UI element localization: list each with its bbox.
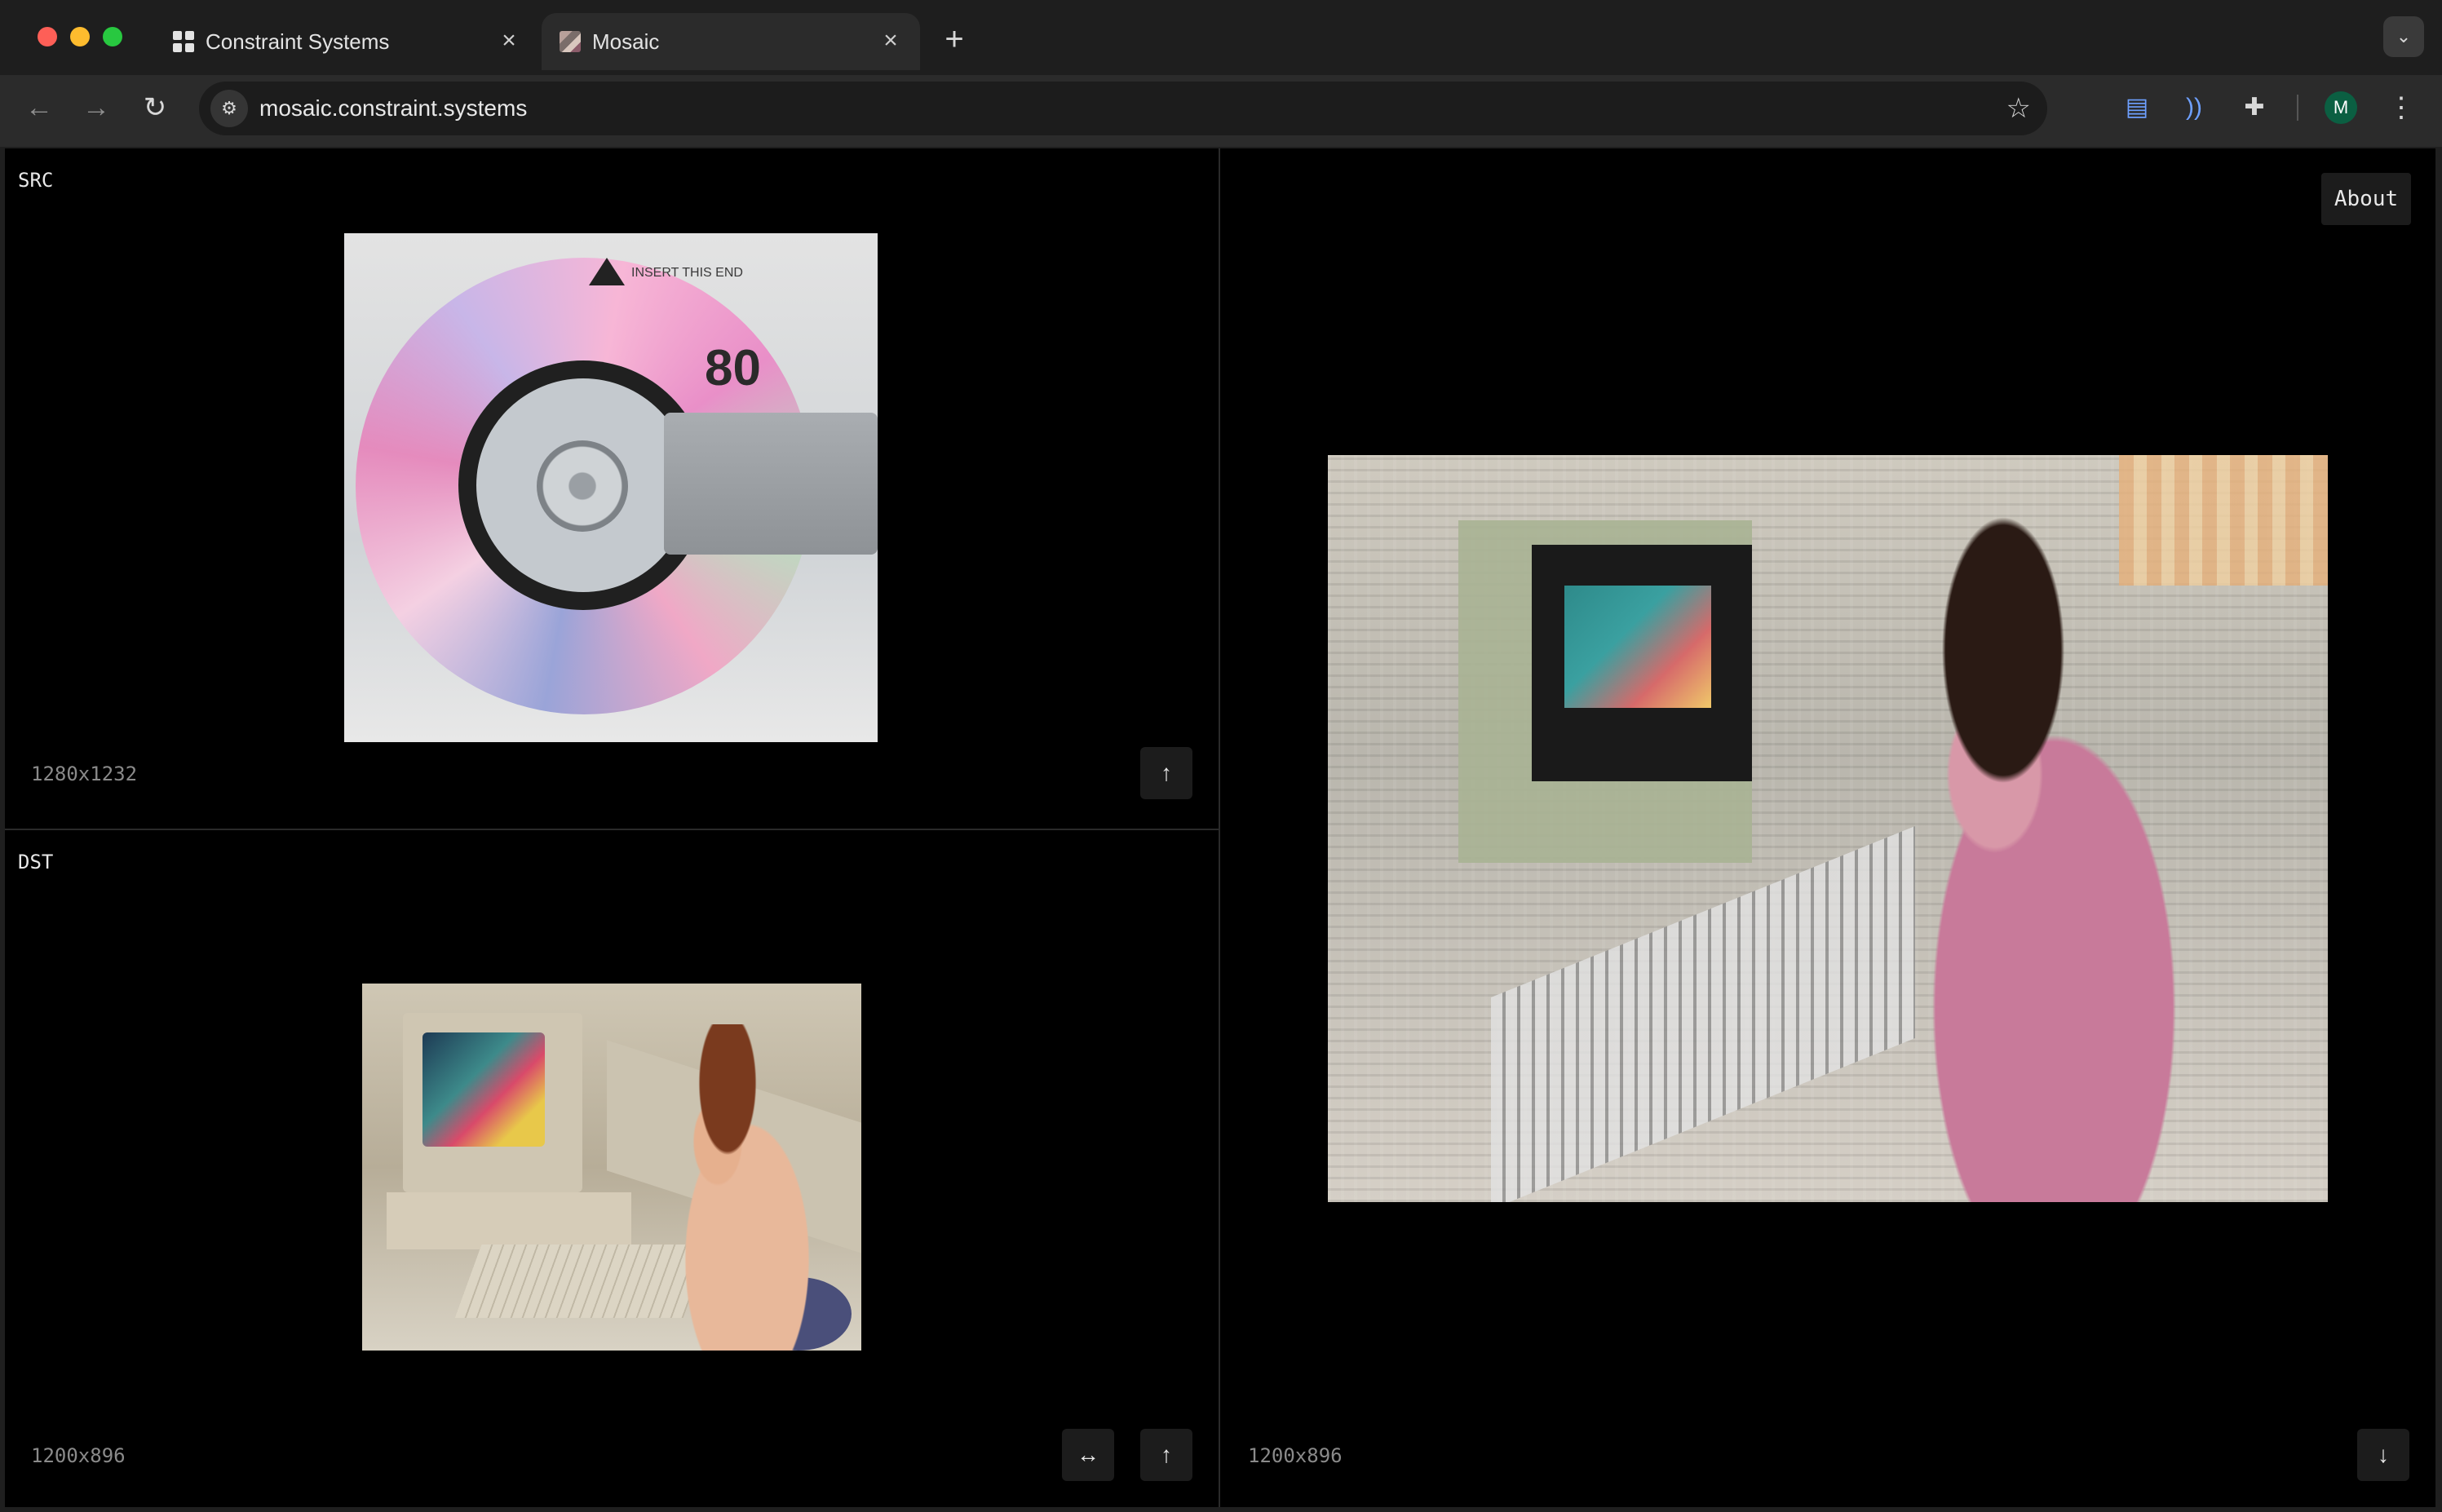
back-button[interactable]: ←	[21, 90, 57, 126]
tab-constraint-systems[interactable]: Constraint Systems ×	[155, 13, 538, 70]
star-icon[interactable]: ☆	[2006, 91, 2031, 126]
url-text[interactable]: mosaic.constraint.systems	[259, 95, 527, 122]
site-settings-icon[interactable]: ⚙	[210, 90, 248, 127]
panel-divider-vertical	[1219, 148, 1220, 1507]
forward-button[interactable]: →	[78, 90, 114, 126]
mosaic-person-region	[1834, 512, 2258, 1202]
src-upload-button[interactable]: ↑	[1140, 747, 1192, 799]
address-bar[interactable]: ⚙ mosaic.constraint.systems ☆	[199, 82, 2047, 135]
dst-label: DST	[18, 851, 54, 873]
close-icon[interactable]: ×	[494, 26, 524, 55]
window-close-button[interactable]	[38, 27, 57, 46]
about-button[interactable]: About	[2321, 173, 2411, 225]
dst-image[interactable]	[362, 984, 861, 1351]
output-mosaic-image	[1328, 455, 2328, 1202]
close-icon[interactable]: ×	[876, 26, 905, 55]
new-tab-button[interactable]: +	[936, 21, 972, 57]
disc-hub	[537, 440, 628, 532]
insert-arrow-icon	[589, 258, 625, 285]
src-image[interactable]: INSERT THIS END 80	[344, 233, 878, 742]
disc-insert-text: INSERT THIS END	[631, 266, 743, 280]
browser-menu-icon[interactable]: ⋮	[2383, 90, 2419, 126]
output-dimensions: 1200x896	[1248, 1444, 1343, 1467]
swap-button[interactable]: ↔	[1062, 1429, 1114, 1481]
mosaic-screen-content	[1564, 586, 1711, 708]
src-dimensions: 1280x1232	[31, 763, 138, 785]
tab-strip: Constraint Systems × Mosaic × + ⌄	[0, 0, 2442, 75]
tab-search-button[interactable]: ⌄	[2383, 16, 2424, 57]
panel-divider-horizontal	[5, 829, 1219, 830]
document-extension-icon[interactable]: ▤	[2119, 90, 2155, 126]
monitor-screen-graphic	[422, 1032, 545, 1147]
dst-upload-button[interactable]: ↑	[1140, 1429, 1192, 1481]
profile-avatar[interactable]: M	[2325, 91, 2357, 124]
download-button[interactable]: ↓	[2357, 1429, 2409, 1481]
person-graphic	[639, 1024, 835, 1351]
computer-base-graphic	[387, 1192, 631, 1249]
mosaic-app: SRC INSERT THIS END 80 1280x1232 ↑ DST 1…	[5, 148, 2435, 1507]
audio-extension-icon[interactable]: ))	[2176, 90, 2212, 126]
window-minimize-button[interactable]	[70, 27, 90, 46]
tab-title: Mosaic	[592, 29, 660, 54]
grid-icon	[173, 31, 194, 52]
tab-title: Constraint Systems	[206, 29, 390, 54]
browser-chrome: Constraint Systems × Mosaic × + ⌄ ← → ↻ …	[0, 0, 2442, 147]
mosaic-favicon-icon	[560, 31, 581, 52]
tab-mosaic[interactable]: Mosaic ×	[542, 13, 920, 70]
window-zoom-button[interactable]	[103, 27, 122, 46]
reload-button[interactable]: ↻	[137, 90, 173, 126]
disc-number: 80	[705, 340, 761, 396]
src-label: SRC	[18, 169, 54, 192]
extensions-puzzle-icon[interactable]: ✚	[2236, 90, 2272, 126]
dst-dimensions: 1200x896	[31, 1444, 126, 1467]
disc-shutter	[664, 413, 878, 555]
toolbar-separator	[2297, 95, 2298, 121]
